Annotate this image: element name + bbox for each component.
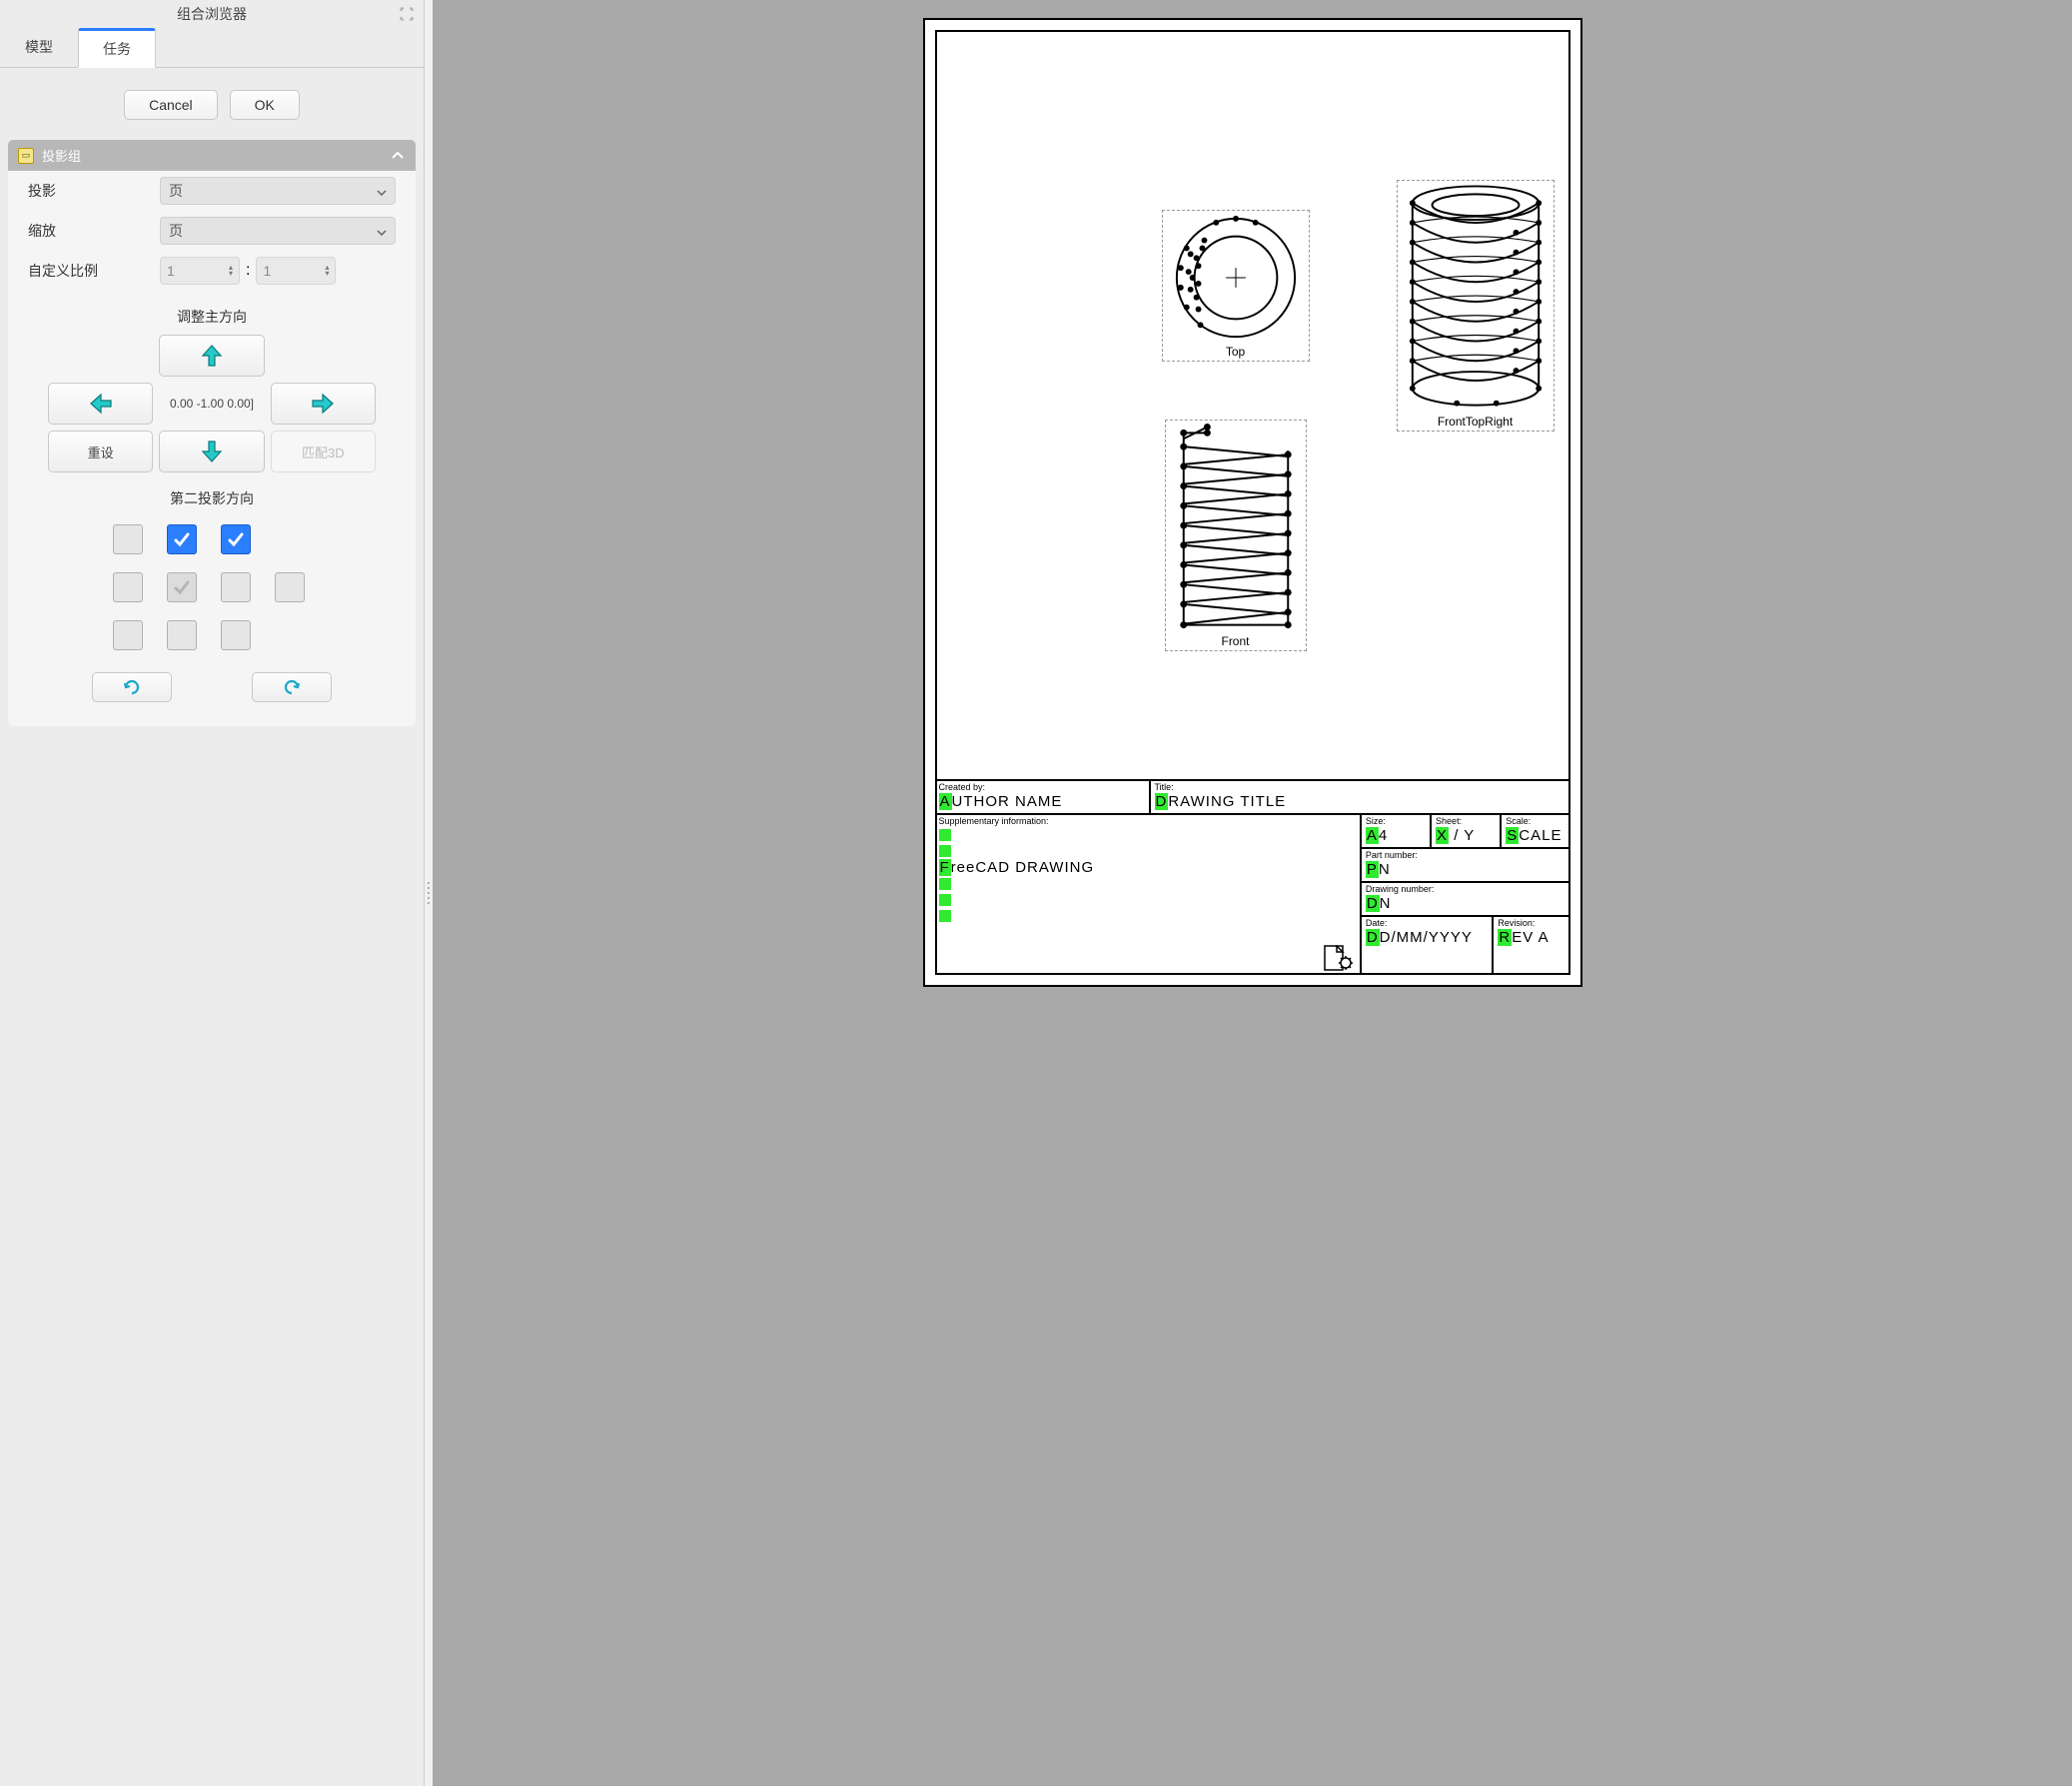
supp-text: FreeCAD DRAWING (939, 859, 1356, 876)
projection-check-1-1[interactable] (167, 572, 197, 602)
projection-row: 投影 页 (8, 171, 416, 211)
size-label: Size: (1366, 816, 1426, 827)
rotation-buttons (8, 658, 416, 706)
page-frame: Top (935, 30, 1570, 975)
projection-check-0-2[interactable] (221, 524, 251, 554)
scale-tb-label: Scale: (1506, 816, 1565, 827)
dir-left-button[interactable] (48, 383, 153, 425)
projection-check-1-3[interactable] (275, 572, 305, 602)
projection-check-2-1[interactable] (167, 620, 197, 650)
match-3d-button[interactable]: 匹配3D (271, 431, 376, 472)
rev-label: Revision: (1498, 918, 1565, 929)
spinner-arrows[interactable]: ▴▾ (325, 265, 329, 277)
projection-check-2-2[interactable] (221, 620, 251, 650)
view-fronttopright[interactable]: FrontTopRight (1397, 180, 1554, 432)
projection-check-1-2[interactable] (221, 572, 251, 602)
scale-select[interactable]: 页 (160, 217, 396, 245)
tab-task[interactable]: 任务 (78, 28, 156, 68)
date-value: DD/MM/YYYY (1366, 929, 1473, 946)
projection-select[interactable]: 页 (160, 177, 396, 205)
scale-separator: : (246, 262, 250, 280)
chevron-down-icon (377, 183, 387, 199)
task-body: Cancel OK ▭ 投影组 投影 页 缩放 页 (0, 68, 424, 1786)
info-square (939, 878, 951, 890)
created-by-label: Created by: (939, 782, 1145, 793)
drawing-canvas[interactable]: Top (433, 0, 2072, 1786)
dir-up-button[interactable] (159, 335, 264, 377)
view-front[interactable]: Front (1165, 420, 1307, 651)
view-ftr-label: FrontTopRight (1398, 415, 1554, 429)
part-value: PN (1366, 861, 1391, 878)
rotate-ccw-button[interactable] (92, 672, 172, 702)
secondary-projection-label: 第二投影方向 (8, 472, 416, 516)
custom-scale-numerator[interactable]: 1 ▴▾ (160, 257, 240, 285)
panel-header: 组合浏览器 (0, 0, 424, 28)
info-square (939, 829, 951, 841)
secondary-projection-grid (8, 516, 416, 658)
dn-label: Drawing number: (1366, 884, 1566, 895)
supp-label: Supplementary information: (939, 816, 1356, 827)
projection-value: 页 (169, 181, 183, 201)
drawing-page[interactable]: Top (923, 18, 1582, 987)
info-square (939, 845, 951, 857)
expand-icon[interactable] (400, 7, 414, 21)
section-header[interactable]: ▭ 投影组 (8, 140, 416, 171)
info-square (939, 910, 951, 922)
tab-model[interactable]: 模型 (0, 28, 78, 67)
ok-button[interactable]: OK (230, 90, 300, 120)
scale-row: 缩放 页 (8, 211, 416, 251)
part-label: Part number: (1366, 850, 1566, 861)
view-top[interactable]: Top (1162, 210, 1310, 362)
size-value: A4 (1366, 827, 1388, 844)
dir-down-button[interactable] (159, 431, 264, 472)
custom-scale-denominator[interactable]: 1 ▴▾ (256, 257, 336, 285)
projection-check-2-0[interactable] (113, 620, 143, 650)
adjust-direction-label: 调整主方向 (8, 291, 416, 335)
gear-doc-icon (1324, 945, 1354, 971)
cancel-button[interactable]: Cancel (124, 90, 218, 120)
created-by-value: AUTHOR NAME (939, 793, 1063, 810)
rotate-cw-button[interactable] (252, 672, 332, 702)
dir-right-button[interactable] (271, 383, 376, 425)
projection-check-1-0[interactable] (113, 572, 143, 602)
tabs: 模型 任务 (0, 28, 424, 68)
view-front-label: Front (1166, 634, 1306, 648)
direction-grid: 0.00 -1.00 0.00] 重设 匹配3D (8, 335, 416, 472)
direction-vector: 0.00 -1.00 0.00] (159, 383, 264, 425)
view-top-label: Top (1163, 345, 1309, 359)
panel-title: 组合浏览器 (177, 4, 247, 24)
chevron-down-icon (377, 223, 387, 239)
dialog-buttons: Cancel OK (8, 76, 416, 134)
resize-handle[interactable] (425, 0, 433, 1786)
rev-value: REV A (1498, 929, 1549, 946)
combo-browser-panel: 组合浏览器 模型 任务 Cancel OK ▭ 投影组 投影 页 (0, 0, 425, 1786)
custom-scale-label: 自定义比例 (28, 261, 148, 281)
info-square (939, 894, 951, 906)
projection-label: 投影 (28, 181, 148, 201)
section-title: 投影组 (42, 146, 81, 165)
date-label: Date: (1366, 918, 1489, 929)
dn-value: DN (1366, 895, 1392, 912)
title-block: Created by: AUTHOR NAME Title: DRAWING T… (935, 779, 1570, 975)
sheet-label: Sheet: (1436, 816, 1496, 827)
reset-button[interactable]: 重设 (48, 431, 153, 472)
title-label: Title: (1155, 782, 1566, 793)
scale-tb-value: SCALE (1506, 827, 1561, 844)
projection-check-0-0[interactable] (113, 524, 143, 554)
spinner-arrows[interactable]: ▴▾ (229, 265, 233, 277)
custom-scale-row: 自定义比例 1 ▴▾ : 1 ▴▾ (8, 251, 416, 291)
title-value: DRAWING TITLE (1155, 793, 1287, 810)
scale-label: 缩放 (28, 221, 148, 241)
sheet-value: X / Y (1436, 827, 1475, 844)
chevron-up-icon (392, 148, 404, 163)
projection-group-section: ▭ 投影组 投影 页 缩放 页 (8, 140, 416, 726)
scale-value: 页 (169, 221, 183, 241)
projection-check-0-1[interactable] (167, 524, 197, 554)
projection-group-icon: ▭ (18, 148, 34, 164)
